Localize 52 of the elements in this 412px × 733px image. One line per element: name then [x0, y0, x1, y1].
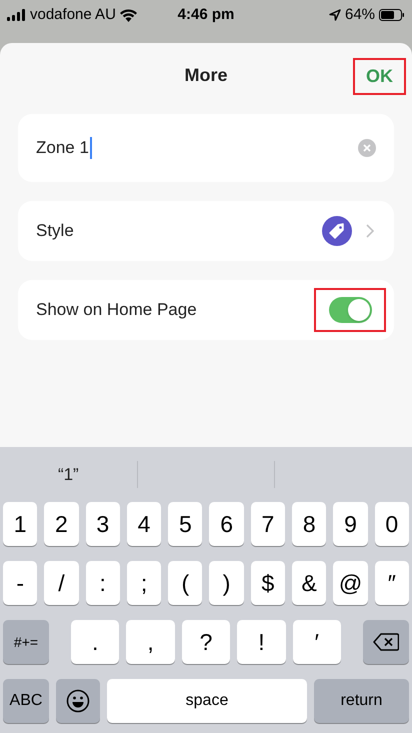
tag-icon: [322, 216, 352, 246]
wifi-icon: [120, 8, 137, 22]
text-cursor: [90, 137, 92, 159]
keyboard-key[interactable]: ″: [374, 561, 409, 605]
keyboard-key[interactable]: 7: [250, 502, 286, 546]
location-arrow-icon: [328, 9, 341, 22]
keyboard-key[interactable]: 9: [333, 502, 368, 546]
emoji-key[interactable]: [56, 679, 100, 723]
carrier-name: vodafone AU: [30, 5, 116, 25]
keyboard-key[interactable]: 6: [209, 502, 244, 546]
keyboard-key[interactable]: ABC: [3, 679, 49, 723]
keyboard-key[interactable]: (: [168, 561, 202, 605]
signal-icon: [7, 9, 26, 22]
toggle-knob: [348, 299, 370, 321]
keyboard-key[interactable]: :: [86, 561, 120, 605]
keyboard-key[interactable]: .: [71, 620, 120, 664]
keyboard-key[interactable]: 0: [374, 502, 409, 546]
keyboard-key[interactable]: ,: [126, 620, 175, 664]
battery-icon: [379, 9, 406, 22]
keyboard-key[interactable]: #+=: [3, 620, 49, 664]
style-row[interactable]: Style: [18, 201, 394, 261]
keyboard-key[interactable]: 3: [86, 502, 120, 546]
chevron-right-icon: [366, 224, 374, 238]
backspace-icon: [373, 633, 400, 651]
smiley-icon: [66, 689, 90, 713]
keyboard-key[interactable]: ): [209, 561, 244, 605]
home-page-label: Show on Home Page: [36, 299, 198, 322]
keyboard-key[interactable]: -: [3, 561, 38, 605]
keyboard-key[interactable]: ?: [182, 620, 230, 664]
suggestion[interactable]: “1”: [58, 462, 79, 488]
toggle-switch[interactable]: [328, 297, 372, 323]
clock-time: 4:46 pm: [178, 5, 234, 25]
keyboard-key[interactable]: $: [250, 561, 286, 605]
keyboard-key[interactable]: 5: [168, 502, 202, 546]
return-key[interactable]: return: [314, 679, 409, 723]
keyboard-key[interactable]: 1: [3, 502, 38, 546]
keyboard-key[interactable]: ;: [126, 561, 162, 605]
name-value: Zone 1: [36, 137, 89, 160]
keyboard-key[interactable]: !: [237, 620, 286, 664]
keyboard-key[interactable]: 4: [126, 502, 162, 546]
name-input-field[interactable]: Zone 1: [18, 114, 394, 182]
style-label: Style: [36, 220, 75, 242]
keyboard-key[interactable]: 2: [44, 502, 79, 546]
keyboard-key[interactable]: ′: [292, 620, 342, 664]
battery-percent: 64%: [344, 5, 376, 25]
keyboard-key[interactable]: &: [292, 561, 326, 605]
keyboard-key[interactable]: 8: [292, 502, 326, 546]
keyboard-key[interactable]: @: [333, 561, 368, 605]
sheet-title: More: [184, 64, 228, 86]
space-key[interactable]: space: [107, 679, 307, 723]
keyboard-key[interactable]: /: [44, 561, 79, 605]
delete-key[interactable]: [363, 620, 410, 664]
